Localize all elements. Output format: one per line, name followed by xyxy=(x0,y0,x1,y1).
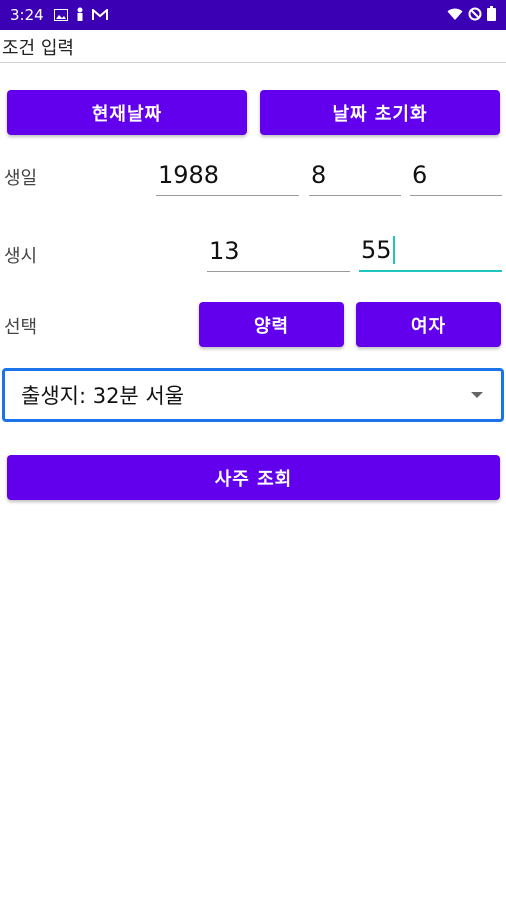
status-time: 3:24 xyxy=(10,6,44,24)
birthday-label: 생일 xyxy=(4,168,38,189)
dropdown-arrow-icon xyxy=(471,392,483,398)
birth-hour-value: 13 xyxy=(209,237,240,265)
gender-button[interactable]: 여자 xyxy=(356,302,501,347)
birthplace-selected: 출생지: 32분 서울 xyxy=(21,384,185,408)
birth-day-value: 6 xyxy=(412,161,428,189)
birth-year-field[interactable]: 1988 xyxy=(156,156,299,196)
person-icon xyxy=(76,6,84,25)
text-cursor xyxy=(392,236,395,264)
birth-month-value: 8 xyxy=(311,161,327,189)
birthplace-dropdown[interactable]: 출생지: 32분 서울 xyxy=(2,368,504,422)
battery-icon xyxy=(487,5,496,25)
app-screen: 3:24 조건 입력 현재날짜 날짜 초기화 생일 1988 8 6 생시 13… xyxy=(0,0,506,900)
status-right xyxy=(447,5,496,25)
reset-date-button[interactable]: 날짜 초기화 xyxy=(260,90,500,135)
birth-day-field[interactable]: 6 xyxy=(410,156,502,196)
selection-label: 선택 xyxy=(4,317,38,338)
birth-year-value: 1988 xyxy=(158,161,220,189)
gmail-icon xyxy=(91,6,108,25)
wifi-icon xyxy=(447,6,463,25)
calendar-type-button[interactable]: 양력 xyxy=(199,302,344,347)
status-bar: 3:24 xyxy=(0,0,506,30)
birthtime-label: 생시 xyxy=(4,246,38,267)
current-date-button[interactable]: 현재날짜 xyxy=(7,90,247,135)
birth-hour-field[interactable]: 13 xyxy=(207,232,350,272)
page-title: 조건 입력 xyxy=(2,38,74,59)
title-divider xyxy=(0,62,506,63)
saju-lookup-button[interactable]: 사주 조회 xyxy=(7,455,500,500)
birth-minute-field[interactable]: 55 xyxy=(359,232,502,272)
birth-month-field[interactable]: 8 xyxy=(309,156,401,196)
dnd-icon xyxy=(468,6,482,25)
image-icon xyxy=(53,6,68,25)
birth-minute-value: 55 xyxy=(361,236,392,264)
